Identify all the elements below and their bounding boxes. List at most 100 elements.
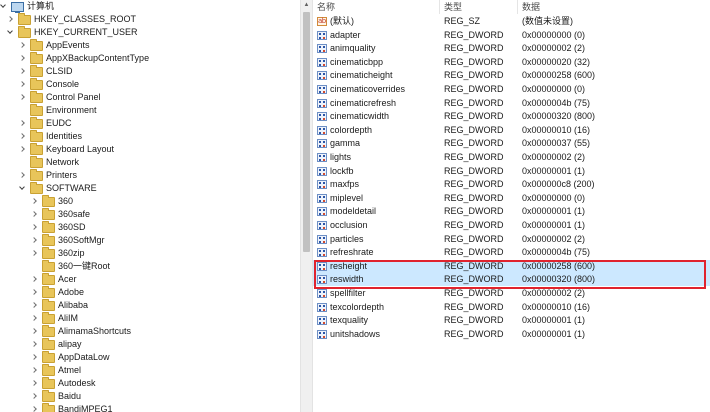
value-row[interactable]: refreshrate REG_DWORD 0x0000004b (75) bbox=[313, 246, 710, 259]
tree-node[interactable]: Atmel bbox=[31, 363, 81, 377]
column-divider[interactable] bbox=[517, 0, 518, 14]
value-row[interactable]: resheight REG_DWORD 0x00000258 (600) bbox=[313, 259, 710, 273]
folder-icon bbox=[42, 259, 55, 272]
value-row[interactable]: cinematicrefresh REG_DWORD 0x0000004b (75) bbox=[313, 97, 710, 110]
tree-node[interactable]: BandiMPEG1 bbox=[31, 402, 113, 412]
value-row[interactable]: (默认) REG_SZ (数值未设置) bbox=[313, 15, 710, 28]
tree-node[interactable]: Control Panel bbox=[19, 90, 101, 104]
value-data: 0x00000002 (2) bbox=[522, 43, 586, 54]
chevron-down-icon[interactable] bbox=[7, 26, 15, 39]
value-row[interactable]: cinematicbpp REG_DWORD 0x00000020 (32) bbox=[313, 56, 710, 69]
tree-scrollbar[interactable]: ▲ bbox=[300, 0, 313, 412]
tree-node[interactable]: alipay bbox=[31, 337, 82, 351]
tree-node[interactable]: 360safe bbox=[31, 207, 90, 221]
chevron-down-icon[interactable] bbox=[19, 182, 27, 195]
chevron-right-icon[interactable] bbox=[31, 247, 39, 260]
column-divider[interactable] bbox=[439, 0, 440, 14]
tree-node[interactable]: AppDataLow bbox=[31, 350, 110, 364]
tree-node[interactable]: 360SD bbox=[31, 220, 86, 234]
tree-node[interactable]: Network bbox=[19, 155, 79, 169]
tree-node[interactable]: Adobe bbox=[31, 285, 84, 299]
binary-value-icon bbox=[317, 85, 327, 94]
value-row[interactable]: animquality REG_DWORD 0x00000002 (2) bbox=[313, 42, 710, 55]
chevron-right-icon[interactable] bbox=[19, 78, 27, 91]
chevron-right-icon[interactable] bbox=[31, 195, 39, 208]
value-row[interactable]: texquality REG_DWORD 0x00000001 (1) bbox=[313, 314, 710, 327]
chevron-right-icon[interactable] bbox=[31, 208, 39, 221]
chevron-right-icon[interactable] bbox=[31, 312, 39, 325]
chevron-right-icon[interactable] bbox=[31, 286, 39, 299]
chevron-right-icon[interactable] bbox=[31, 351, 39, 364]
column-header-data[interactable]: 数据 bbox=[522, 0, 540, 14]
tree-node[interactable]: Console bbox=[19, 77, 79, 91]
chevron-right-icon[interactable] bbox=[19, 52, 27, 65]
column-header-type[interactable]: 类型 bbox=[444, 0, 462, 14]
scroll-up-arrow-icon[interactable]: ▲ bbox=[302, 1, 311, 10]
chevron-right-icon[interactable] bbox=[19, 117, 27, 130]
value-row[interactable]: texcolordepth REG_DWORD 0x00000010 (16) bbox=[313, 301, 710, 314]
value-row[interactable]: adapter REG_DWORD 0x00000000 (0) bbox=[313, 29, 710, 42]
value-row[interactable]: unitshadows REG_DWORD 0x00000001 (1) bbox=[313, 328, 710, 341]
tree-node[interactable]: Autodesk bbox=[31, 376, 96, 390]
chevron-right-icon[interactable] bbox=[31, 364, 39, 377]
tree-node[interactable]: AlimamaShortcuts bbox=[31, 324, 131, 338]
value-row[interactable]: particles REG_DWORD 0x00000002 (2) bbox=[313, 233, 710, 246]
tree-node[interactable]: 360zip bbox=[31, 246, 85, 260]
value-type: REG_DWORD bbox=[444, 206, 504, 217]
chevron-right-icon[interactable] bbox=[31, 299, 39, 312]
chevron-right-icon[interactable] bbox=[31, 390, 39, 403]
chevron-right-icon[interactable] bbox=[31, 338, 39, 351]
chevron-right-icon[interactable] bbox=[19, 65, 27, 78]
tree-node[interactable]: CLSID bbox=[19, 64, 73, 78]
chevron-right-icon[interactable] bbox=[19, 39, 27, 52]
chevron-right-icon[interactable] bbox=[19, 130, 27, 143]
chevron-right-icon[interactable] bbox=[19, 91, 27, 104]
chevron-right-icon[interactable] bbox=[31, 221, 39, 234]
value-row[interactable]: gamma REG_DWORD 0x00000037 (55) bbox=[313, 137, 710, 150]
tree-node[interactable]: 360 bbox=[31, 194, 73, 208]
value-row[interactable]: lockfb REG_DWORD 0x00000001 (1) bbox=[313, 165, 710, 178]
tree-node[interactable]: Alibaba bbox=[31, 298, 88, 312]
chevron-right-icon[interactable] bbox=[31, 325, 39, 338]
value-row[interactable]: cinematicheight REG_DWORD 0x00000258 (600) bbox=[313, 69, 710, 82]
tree-node[interactable]: AppXBackupContentType bbox=[19, 51, 149, 65]
chevron-right-icon[interactable] bbox=[31, 234, 39, 247]
tree-node[interactable]: Identities bbox=[19, 129, 82, 143]
tree-node[interactable]: Environment bbox=[19, 103, 97, 117]
chevron-right-icon[interactable] bbox=[19, 143, 27, 156]
chevron-right-icon[interactable] bbox=[7, 13, 15, 26]
column-header-name[interactable]: 名称 bbox=[317, 0, 335, 14]
value-row[interactable]: colordepth REG_DWORD 0x00000010 (16) bbox=[313, 124, 710, 137]
tree-node-label: 360SD bbox=[58, 222, 86, 232]
tree-node[interactable]: 360SoftMgr bbox=[31, 233, 105, 247]
tree-node[interactable]: Baidu bbox=[31, 389, 81, 403]
tree-node[interactable]: Keyboard Layout bbox=[19, 142, 114, 156]
tree-node[interactable]: 360一键Root bbox=[31, 259, 110, 273]
value-row[interactable]: cinematicwidth REG_DWORD 0x00000320 (800) bbox=[313, 110, 710, 123]
chevron-right-icon[interactable] bbox=[31, 273, 39, 286]
value-row[interactable]: spellfilter REG_DWORD 0x00000002 (2) bbox=[313, 287, 710, 300]
chevron-down-icon[interactable] bbox=[0, 0, 8, 13]
value-row[interactable]: lights REG_DWORD 0x00000002 (2) bbox=[313, 151, 710, 164]
tree-node[interactable]: EUDC bbox=[19, 116, 72, 130]
tree-node[interactable]: HKEY_CURRENT_USER bbox=[7, 25, 138, 39]
tree-node[interactable]: AppEvents bbox=[19, 38, 90, 52]
tree-node[interactable]: AliIM bbox=[31, 311, 78, 325]
chevron-right-icon[interactable] bbox=[31, 377, 39, 390]
value-row[interactable]: maxfps REG_DWORD 0x000000c8 (200) bbox=[313, 178, 710, 191]
binary-value-icon bbox=[317, 248, 327, 258]
value-row[interactable]: occlusion REG_DWORD 0x00000001 (1) bbox=[313, 219, 710, 232]
tree-node-label: Printers bbox=[46, 170, 78, 180]
chevron-right-icon[interactable] bbox=[31, 403, 39, 412]
tree-node[interactable]: HKEY_CLASSES_ROOT bbox=[7, 12, 136, 26]
value-row[interactable]: miplevel REG_DWORD 0x00000000 (0) bbox=[313, 192, 710, 205]
tree-node[interactable]: Printers bbox=[19, 168, 78, 182]
value-row[interactable]: cinematicoverrides REG_DWORD 0x00000000 (0… bbox=[313, 83, 710, 96]
tree-root-computer[interactable]: 计算机 bbox=[0, 0, 54, 13]
tree-node[interactable]: SOFTWARE bbox=[19, 181, 97, 195]
scrollbar-thumb[interactable] bbox=[303, 12, 310, 252]
value-row[interactable]: modeldetail REG_DWORD 0x00000001 (1) bbox=[313, 205, 710, 218]
chevron-right-icon[interactable] bbox=[19, 169, 27, 182]
tree-node[interactable]: Acer bbox=[31, 272, 77, 286]
value-row[interactable]: reswidth REG_DWORD 0x00000320 (800) bbox=[313, 273, 710, 287]
